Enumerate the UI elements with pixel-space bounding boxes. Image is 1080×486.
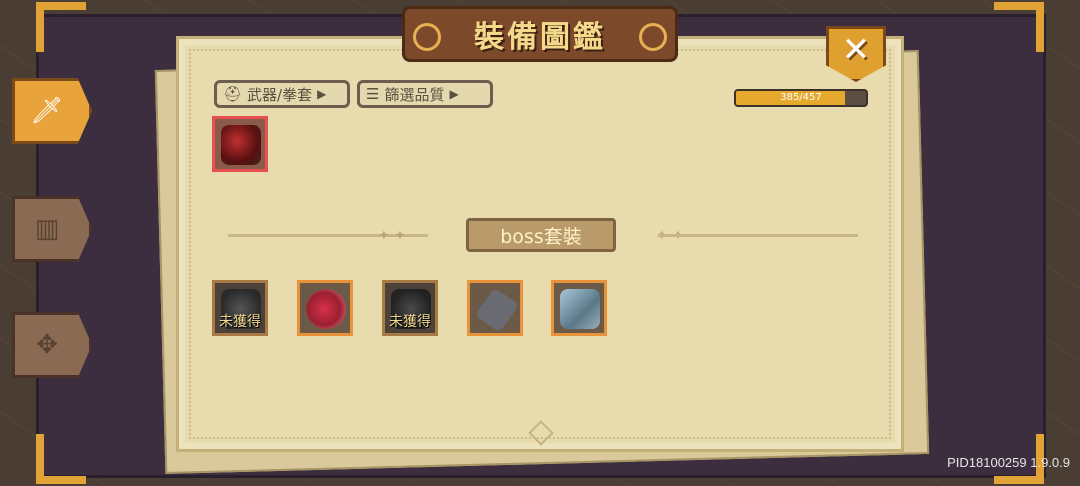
quality-filter-button[interactable]: ☰ 篩選品質 ▶ <box>357 80 493 108</box>
equipment-slot-shadow-gauntlet[interactable]: 未獲得 <box>382 280 438 336</box>
grid-icon: ✥ <box>36 330 58 360</box>
progress-text: 385/457 <box>780 92 822 103</box>
section-title-badge: boss套裝 <box>466 218 616 252</box>
collection-progress-bar: 385/457 <box>734 89 868 107</box>
corner-ornament <box>36 2 86 52</box>
page-title: 裝備圖鑑 <box>474 20 606 55</box>
title-banner: 裝備圖鑑 <box>402 6 678 62</box>
corner-ornament <box>36 434 86 484</box>
corner-ornament <box>994 2 1044 52</box>
side-tab-accessories[interactable]: ✥ <box>12 312 92 378</box>
category-filter-label: 武器/拳套 <box>247 85 313 104</box>
side-tab-weapons[interactable]: 🗡 <box>12 78 92 144</box>
triangle-right-icon: ▶ <box>449 87 459 101</box>
close-icon: ✕ <box>841 30 871 70</box>
equipment-slot-iron-gauntlet[interactable] <box>467 280 523 336</box>
quality-filter-label: 篩選品質 <box>384 85 445 104</box>
gauntlet-icon <box>474 287 520 333</box>
triangle-right-icon: ▶ <box>317 87 327 101</box>
not-obtained-label: 未獲得 <box>389 314 431 330</box>
sparkle-icon: ✦ ✦ <box>378 228 406 244</box>
equipment-slot-crimson-gauntlet[interactable] <box>212 116 268 172</box>
equipment-slot-ice-gauntlet[interactable] <box>551 280 607 336</box>
category-filter-button[interactable]: ⛑ 武器/拳套 ▶ <box>214 80 350 108</box>
section-title: boss套裝 <box>500 225 582 248</box>
not-obtained-label: 未獲得 <box>219 314 261 330</box>
gauntlet-icon <box>221 125 261 165</box>
side-tab-armor[interactable]: ▥ <box>12 196 92 262</box>
armor-icon: ▥ <box>34 214 60 244</box>
gauntlet-icon <box>306 289 346 329</box>
version-text: PID18100259 1.9.0.9 <box>947 455 1070 470</box>
helmet-icon: ⛑ <box>223 85 243 103</box>
gauntlet-icon <box>560 289 600 329</box>
equipment-slot-flesh-gauntlet[interactable] <box>297 280 353 336</box>
divider-line-right <box>658 234 858 237</box>
equipment-slot-dark-gauntlet[interactable]: 未獲得 <box>212 280 268 336</box>
section-divider: ✦ ✦ boss套裝 ✦ ✦ <box>228 216 858 254</box>
list-icon: ☰ <box>366 85 380 103</box>
sword-icon: 🗡 <box>30 96 64 126</box>
